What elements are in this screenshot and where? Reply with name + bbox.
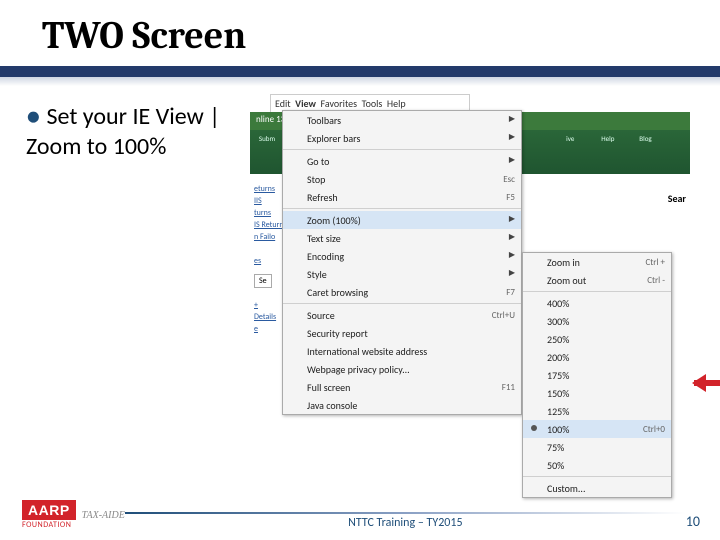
menu-item[interactable]: 175% [523, 366, 671, 384]
menu-item[interactable]: Style▶ [283, 265, 521, 283]
menu-item[interactable]: 400% [523, 294, 671, 312]
menu-item[interactable]: RefreshF5 [283, 188, 521, 206]
menu-item[interactable]: Explorer bars▶ [283, 129, 521, 147]
search-label: Sear [668, 192, 686, 205]
aarp-logo: AARP FOUNDATION TAX-AIDE [22, 500, 125, 530]
menu-item[interactable]: 75% [523, 438, 671, 456]
menu-item[interactable]: Security report [283, 324, 521, 342]
bullet-text: ●Set your IE View | Zoom to 100% [26, 94, 256, 426]
red-arrow-callout [694, 376, 720, 390]
menu-item[interactable]: Zoom outCtrl - [523, 271, 671, 289]
menu-item[interactable]: 50% [523, 456, 671, 474]
menu-item[interactable]: 150% [523, 384, 671, 402]
menu-item[interactable]: SourceCtrl+U [283, 306, 521, 324]
footer-text: NTTC Training – TY2015 [125, 512, 686, 530]
zoom-submenu[interactable]: Zoom inCtrl +Zoom outCtrl - 400%300%250%2… [522, 252, 672, 498]
menu-item[interactable]: 300% [523, 312, 671, 330]
slide-footer: AARP FOUNDATION TAX-AIDE NTTC Training –… [22, 500, 700, 530]
search-button[interactable]: Se [254, 274, 272, 288]
menu-item[interactable]: International website address [283, 342, 521, 360]
title-divider [0, 66, 720, 86]
page-number: 10 [686, 513, 700, 530]
menu-item[interactable]: Zoom inCtrl + [523, 253, 671, 271]
menu-item[interactable]: Toolbars▶ [283, 111, 521, 129]
menu-item[interactable]: Java console [283, 396, 521, 414]
view-menu[interactable]: Toolbars▶Explorer bars▶ Go to▶StopEscRefr… [282, 110, 522, 415]
menu-item[interactable]: Webpage privacy policy... [283, 360, 521, 378]
menu-item[interactable]: Text size▶ [283, 229, 521, 247]
menu-item[interactable]: Encoding▶ [283, 247, 521, 265]
menu-item[interactable]: 100%Ctrl+0 [523, 420, 671, 438]
menu-item[interactable]: StopEsc [283, 170, 521, 188]
menu-item[interactable]: Zoom (100%)▶ [283, 211, 521, 229]
menu-item[interactable]: Caret browsingF7 [283, 283, 521, 301]
menu-item[interactable]: 250% [523, 330, 671, 348]
menu-item[interactable]: Full screenF11 [283, 378, 521, 396]
menu-item[interactable]: Go to▶ [283, 152, 521, 170]
ie-screenshot: Edit View Favorites Tools Help nline 13 … [250, 94, 690, 426]
menu-item[interactable]: 125% [523, 402, 671, 420]
menu-item[interactable]: 200% [523, 348, 671, 366]
slide-title: TWO Screen [0, 0, 720, 62]
menu-item[interactable]: Custom... [523, 479, 671, 497]
